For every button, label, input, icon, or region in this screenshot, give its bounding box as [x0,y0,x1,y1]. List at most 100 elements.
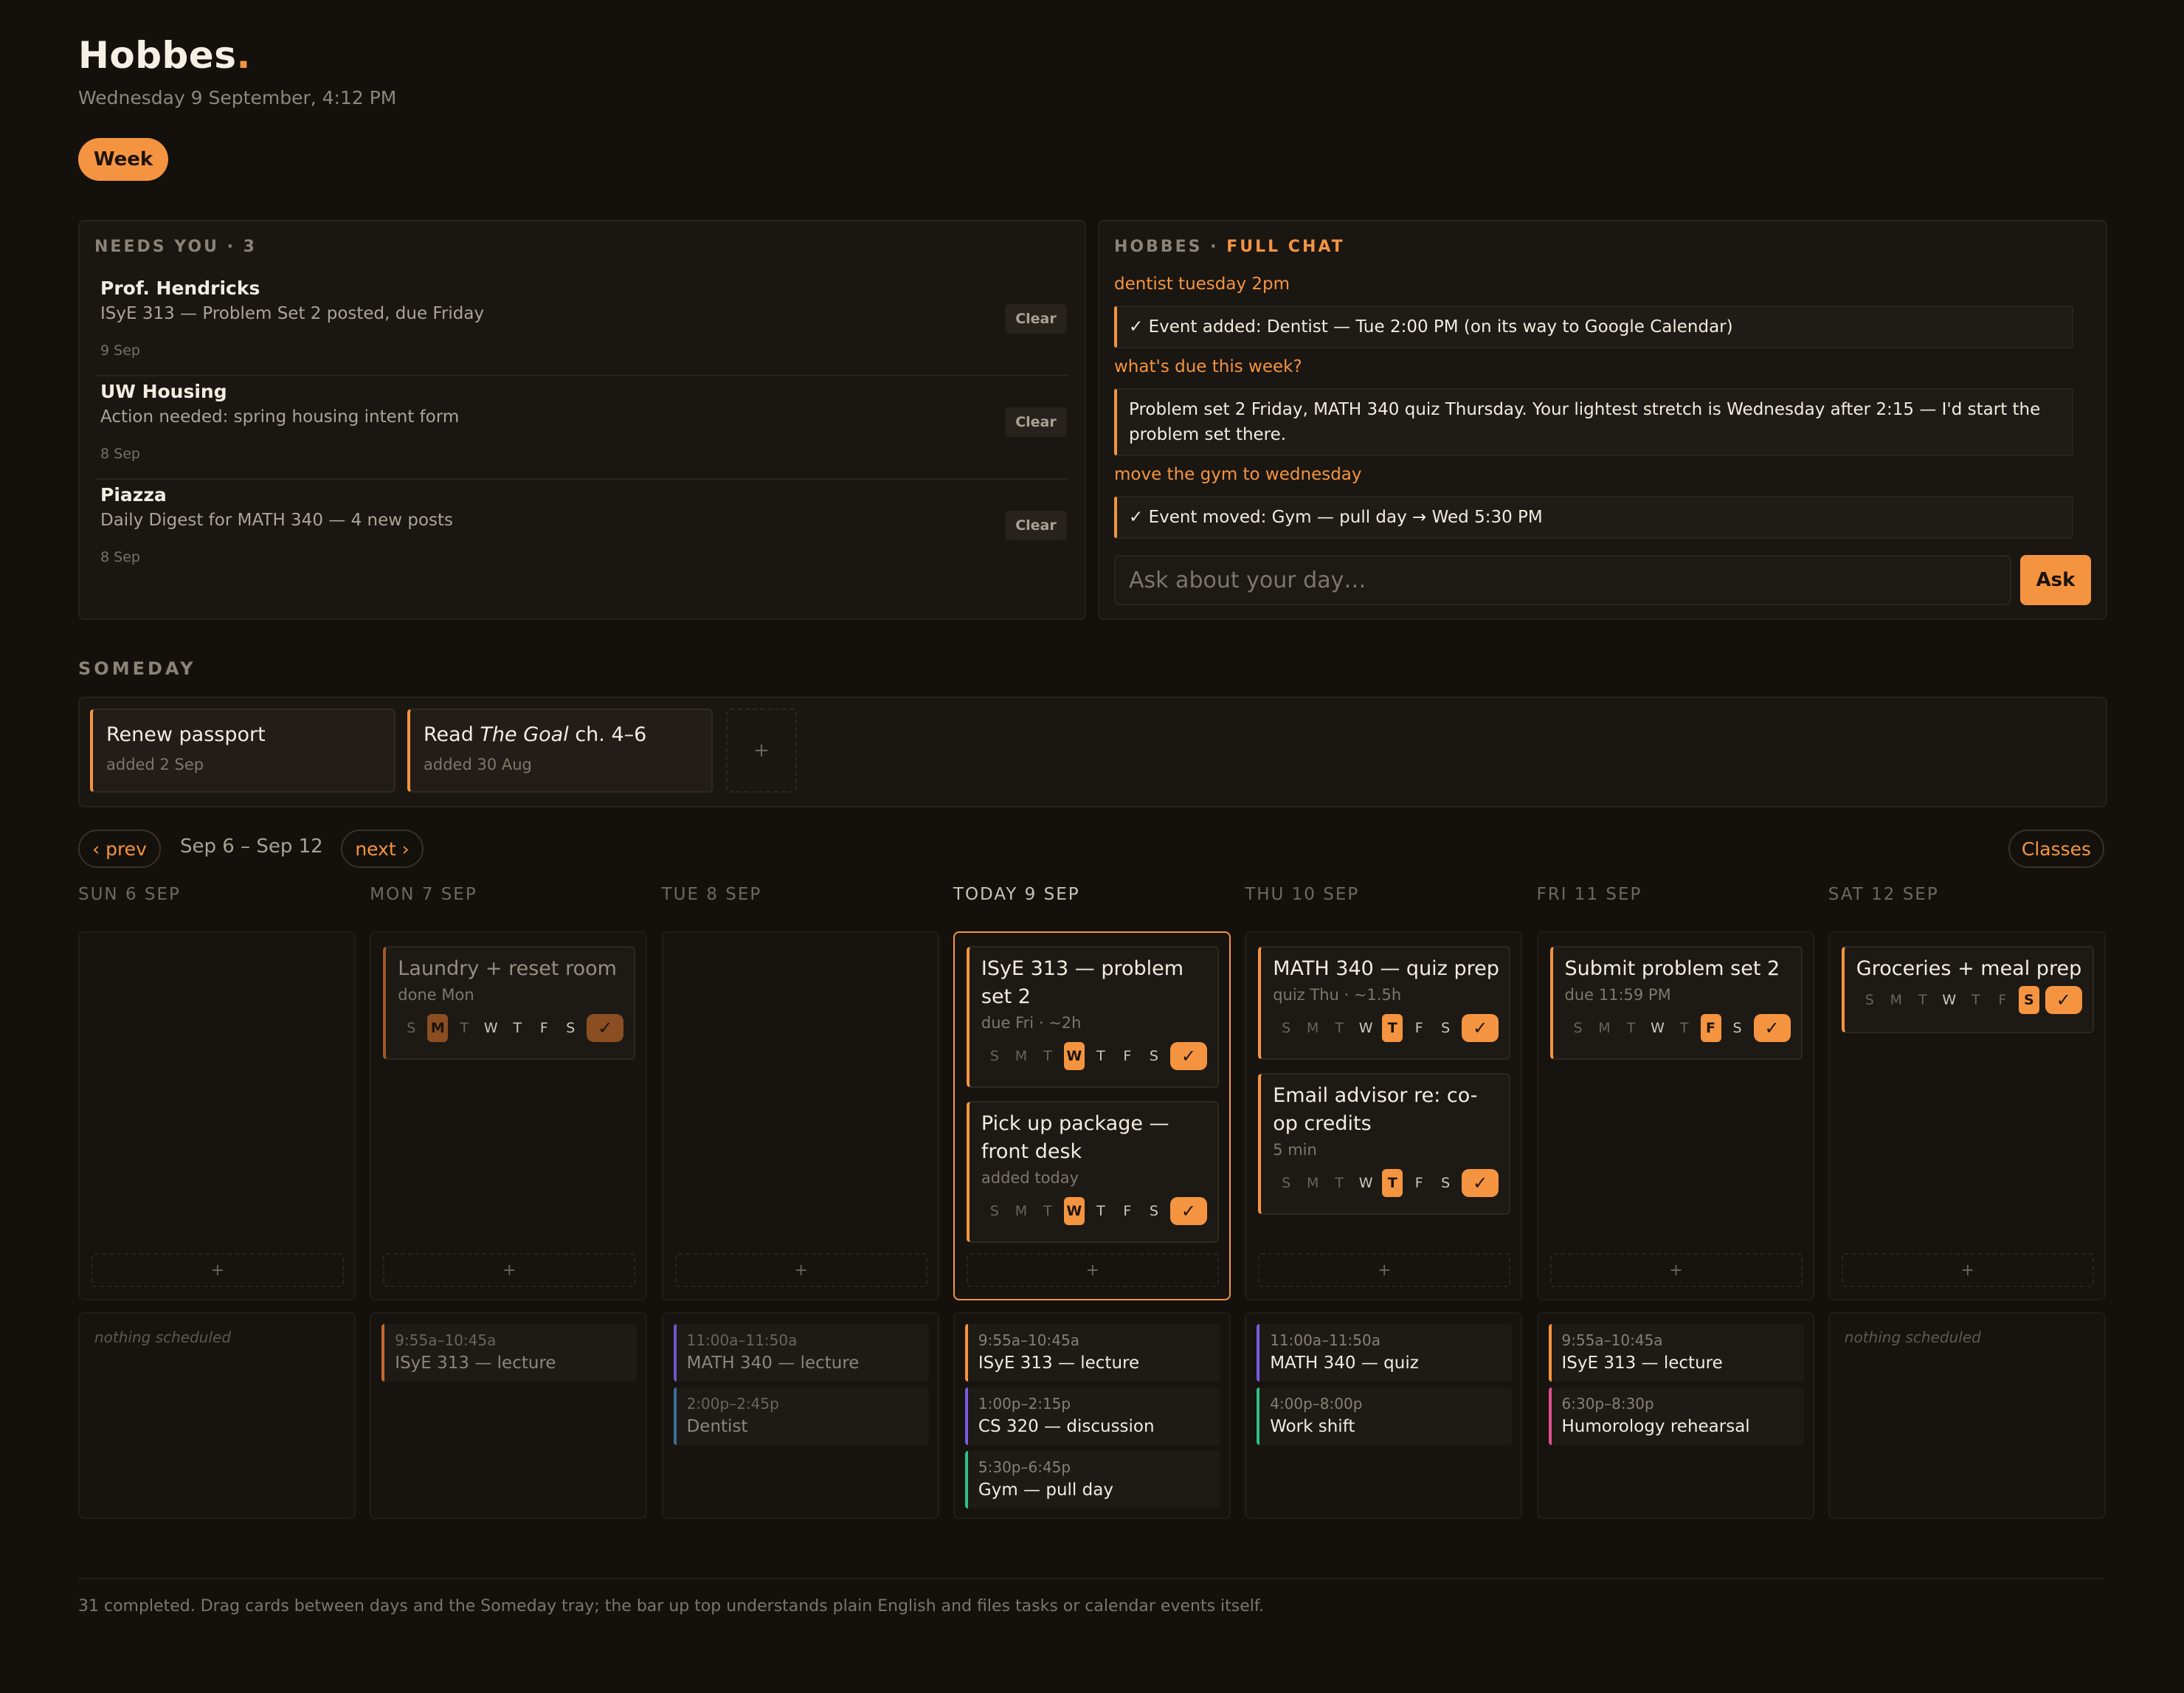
next-week-button[interactable]: next › [341,830,424,868]
calendar-event[interactable]: 2:00p–2:45p Dentist [673,1387,929,1445]
day-column[interactable]: Submit problem set 2 due 11:59 PM S M T W T F S ✓… [1536,931,1814,1300]
complete-check-button[interactable]: ✓ [2045,986,2082,1014]
ask-button[interactable]: Ask [2020,555,2091,605]
calendar-event[interactable]: 9:55a–10:45a ISyE 313 — lecture [381,1324,637,1382]
weekday-toggle-0[interactable]: S [981,1048,1008,1064]
complete-check-button[interactable]: ✓ [1169,1197,1207,1225]
weekday-toggle-1[interactable]: M [427,1014,449,1042]
classes-button[interactable]: Classes [2008,830,2104,868]
someday-card[interactable]: Renew passport added 2 Sep [90,708,395,793]
task-card[interactable]: Submit problem set 2 due 11:59 PM S M T W T F S ✓ [1549,946,1803,1060]
weekday-toggle-1[interactable]: M [1299,1020,1326,1036]
weekday-toggle-5[interactable]: F [1406,1175,1432,1191]
calendar-event[interactable]: 5:30p–6:45p Gym — pull day [964,1451,1220,1508]
task-card[interactable]: Email advisor re: co-op credits 5 min S M T W… [1258,1073,1511,1215]
complete-check-button[interactable]: ✓ [1169,1042,1207,1070]
clear-button[interactable]: Clear [1005,407,1067,437]
chat-input[interactable] [1114,555,2011,605]
weekday-toggle-0[interactable]: S [1273,1175,1299,1191]
weekday-toggle-6[interactable]: S [2018,986,2039,1014]
weekday-toggle-2[interactable]: T [1326,1020,1352,1036]
weekday-toggle-0[interactable]: S [1856,992,1883,1008]
someday-card[interactable]: Read The Goal ch. 4–6 added 30 Aug [407,708,713,793]
prev-week-button[interactable]: ‹ prev [78,830,161,868]
weekday-toggle-4[interactable]: T [1382,1014,1403,1042]
task-card[interactable]: Pick up package — front desk added today S… [966,1101,1219,1243]
notification-item[interactable]: UW Housing Action needed: spring housing… [96,375,1068,480]
weekday-toggle-4[interactable]: T [1963,992,1989,1008]
weekday-toggle-0[interactable]: S [981,1203,1008,1219]
day-column[interactable]: Laundry + reset room done Mon S M T W T F S ✓ + [370,931,648,1300]
day-column[interactable]: MATH 340 — quiz prep quiz Thu · ~1.5h S M T W… [1245,931,1523,1300]
weekday-toggle-4[interactable]: T [1671,1020,1698,1036]
weekday-toggle-5[interactable]: F [1114,1203,1141,1219]
weekday-toggle-2[interactable]: T [1034,1048,1061,1064]
weekday-toggle-2[interactable]: T [451,1020,477,1036]
calendar-event[interactable]: 11:00a–11:50a MATH 340 — lecture [673,1324,929,1382]
task-card[interactable]: MATH 340 — quiz prep quiz Thu · ~1.5h S M T W… [1258,946,1511,1060]
add-task-button[interactable]: + [966,1253,1219,1287]
weekday-toggle-0[interactable]: S [1273,1020,1299,1036]
day-column[interactable]: Groceries + meal prep S M T W T F S ✓ + [1828,931,2106,1300]
weekday-toggle-6[interactable]: S [1724,1020,1751,1036]
add-task-button[interactable]: + [674,1253,927,1287]
complete-check-button[interactable]: ✓ [1753,1014,1791,1042]
weekday-toggle-2[interactable]: T [1034,1203,1061,1219]
someday-add-button[interactable]: + [726,708,797,793]
full-chat-link[interactable]: FULL CHAT [1226,238,1344,256]
task-card[interactable]: Laundry + reset room done Mon S M T W T F S ✓ [383,946,636,1060]
add-task-button[interactable]: + [1549,1253,1803,1287]
weekday-toggle-5[interactable]: F [1700,1014,1721,1042]
weekday-toggle-1[interactable]: M [1883,992,1910,1008]
day-column[interactable]: + [78,931,356,1300]
task-card[interactable]: ISyE 313 — problem set 2 due Fri · ~2h S M T… [966,946,1219,1088]
weekday-toggle-2[interactable]: T [1910,992,1936,1008]
week-view-button[interactable]: Week [78,138,168,181]
weekday-toggle-4[interactable]: T [1382,1169,1403,1197]
weekday-toggle-6[interactable]: S [1432,1175,1459,1191]
weekday-toggle-3[interactable]: W [1063,1197,1085,1225]
weekday-toggle-6[interactable]: S [1141,1203,1167,1219]
add-task-button[interactable]: + [1258,1253,1511,1287]
clear-button[interactable]: Clear [1005,304,1067,334]
add-task-button[interactable]: + [1841,1253,2094,1287]
weekday-toggle-3[interactable]: W [1936,992,1963,1008]
day-column[interactable]: + [661,931,939,1300]
calendar-event[interactable]: 9:55a–10:45a ISyE 313 — lecture [1548,1324,1804,1382]
complete-check-button[interactable]: ✓ [1462,1169,1499,1197]
weekday-toggle-4[interactable]: T [1088,1048,1114,1064]
calendar-event[interactable]: 9:55a–10:45a ISyE 313 — lecture [964,1324,1220,1382]
weekday-toggle-3[interactable]: W [477,1020,504,1036]
weekday-toggle-5[interactable]: F [1114,1048,1141,1064]
weekday-toggle-1[interactable]: M [1008,1203,1034,1219]
calendar-event[interactable]: 1:00p–2:15p CS 320 — discussion [964,1387,1220,1445]
weekday-toggle-6[interactable]: S [1141,1048,1167,1064]
weekday-toggle-5[interactable]: F [1406,1020,1432,1036]
calendar-event[interactable]: 11:00a–11:50a MATH 340 — quiz [1257,1324,1513,1382]
weekday-toggle-0[interactable]: S [398,1020,424,1036]
calendar-event[interactable]: 4:00p–8:00p Work shift [1257,1387,1513,1445]
day-column[interactable]: ISyE 313 — problem set 2 due Fri · ~2h S M T… [953,931,1231,1300]
complete-check-button[interactable]: ✓ [1462,1014,1499,1042]
weekday-toggle-5[interactable]: F [1989,992,2016,1008]
weekday-toggle-2[interactable]: T [1326,1175,1352,1191]
weekday-toggle-3[interactable]: W [1352,1175,1379,1191]
weekday-toggle-1[interactable]: M [1592,1020,1618,1036]
weekday-toggle-3[interactable]: W [1645,1020,1671,1036]
notification-item[interactable]: Piazza Daily Digest for MATH 340 — 4 new… [96,478,1068,582]
calendar-event[interactable]: 6:30p–8:30p Humorology rehearsal [1548,1387,1804,1445]
weekday-toggle-1[interactable]: M [1299,1175,1326,1191]
task-card[interactable]: Groceries + meal prep S M T W T F S ✓ [1841,946,2094,1033]
clear-button[interactable]: Clear [1005,511,1067,540]
weekday-toggle-6[interactable]: S [557,1020,584,1036]
add-task-button[interactable]: + [383,1253,636,1287]
weekday-toggle-4[interactable]: T [1088,1203,1114,1219]
weekday-toggle-0[interactable]: S [1565,1020,1592,1036]
weekday-toggle-4[interactable]: T [504,1020,531,1036]
weekday-toggle-3[interactable]: W [1352,1020,1379,1036]
add-task-button[interactable]: + [91,1253,344,1287]
notification-item[interactable]: Prof. Hendricks ISyE 313 — Problem Set 2… [96,272,1068,376]
weekday-toggle-5[interactable]: F [531,1020,557,1036]
weekday-toggle-2[interactable]: T [1618,1020,1645,1036]
weekday-toggle-6[interactable]: S [1432,1020,1459,1036]
